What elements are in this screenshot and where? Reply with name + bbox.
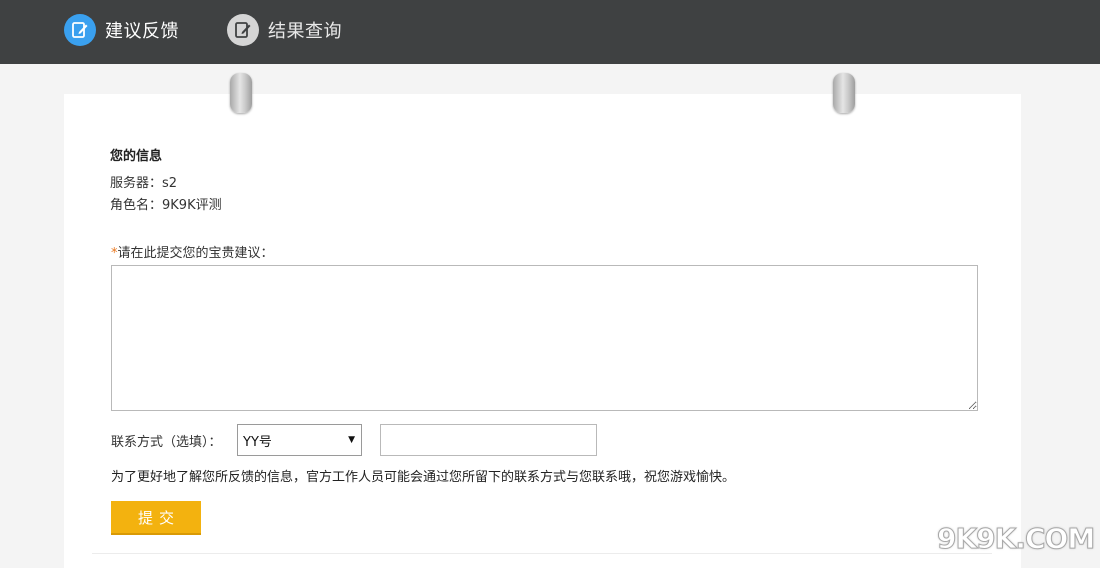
contact-input[interactable] — [380, 424, 597, 456]
info-section-title: 您的信息 — [110, 149, 163, 164]
server-info: 服务器：s2 — [110, 172, 177, 191]
tab-feedback[interactable]: 建议反馈 — [64, 13, 179, 47]
binder-ring-right — [833, 73, 855, 113]
edit-icon — [227, 14, 259, 46]
suggestion-prompt-text: 请在此提交您的宝贵建议： — [117, 246, 274, 261]
notice-text: 为了更好地了解您所反馈的信息，官方工作人员可能会通过您所留下的联系方式与您联系哦… — [111, 470, 736, 485]
server-value: s2 — [162, 176, 178, 191]
role-value: 9K9K评测 — [162, 198, 222, 213]
tab-result-query-label: 结果查询 — [268, 21, 342, 42]
tab-result-query[interactable]: 结果查询 — [227, 13, 342, 47]
server-label: 服务器： — [110, 176, 163, 191]
caret-down-icon: ▼ — [348, 435, 355, 445]
watermark: 9K9K.COM — [936, 522, 1095, 556]
contact-label: 联系方式（选填）： — [111, 435, 222, 450]
suggestion-textarea[interactable] — [111, 265, 978, 411]
role-info: 角色名：9K9K评测 — [110, 194, 222, 213]
edit-icon — [64, 14, 96, 46]
divider — [92, 553, 992, 554]
contact-type-value: YY号 — [243, 434, 272, 450]
top-navigation-bar: 建议反馈 结果查询 — [0, 0, 1100, 64]
tab-feedback-label: 建议反馈 — [105, 21, 179, 42]
contact-type-select[interactable]: YY号 ▼ — [237, 424, 362, 456]
binder-ring-left — [230, 73, 252, 113]
role-label: 角色名： — [110, 198, 163, 213]
suggestion-prompt: *请在此提交您的宝贵建议： — [111, 242, 274, 261]
submit-button[interactable]: 提交 — [111, 501, 201, 535]
